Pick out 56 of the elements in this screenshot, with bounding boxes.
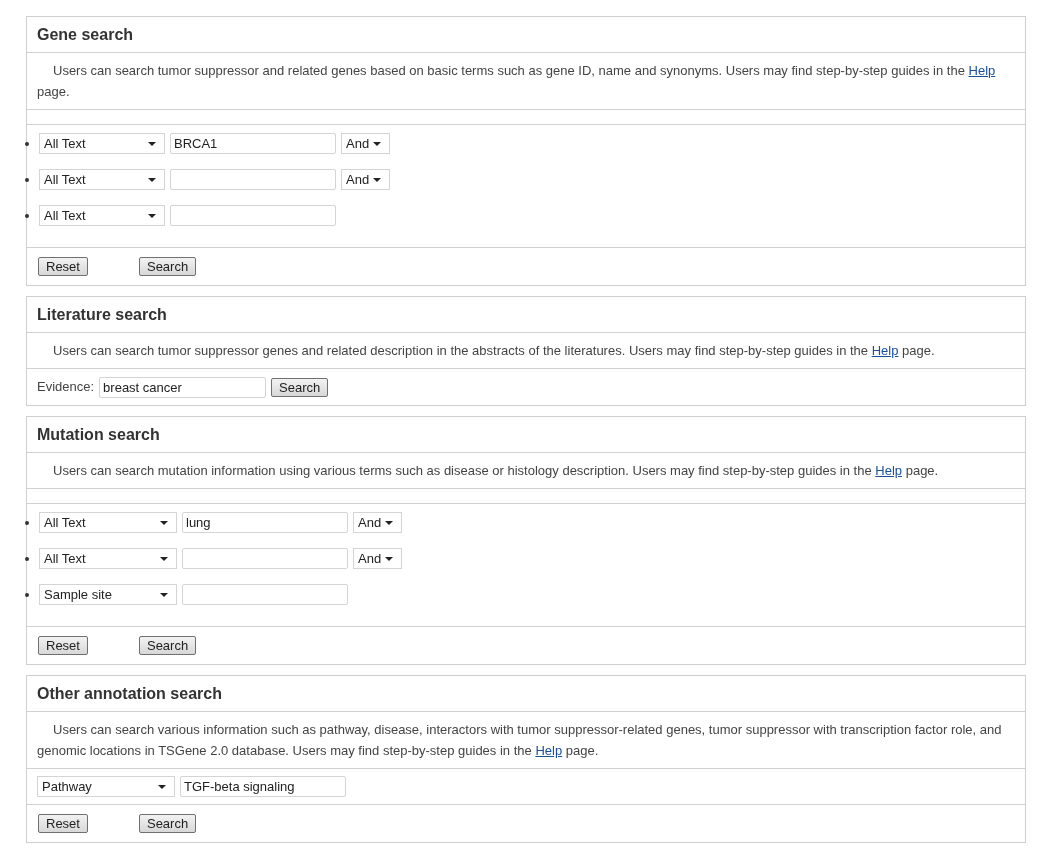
evidence-label: Evidence: <box>37 378 95 397</box>
input-field[interactable]: BRCA1 <box>170 133 336 154</box>
bullet-icon <box>25 141 29 146</box>
button[interactable]: Search <box>138 636 197 655</box>
caret-icon <box>160 592 168 597</box>
panel-title: Gene search <box>27 17 1025 53</box>
dropdown[interactable]: All Text <box>39 512 177 533</box>
bullet-icon <box>25 213 29 218</box>
button[interactable]: Search <box>138 257 197 276</box>
caret-icon <box>158 784 166 789</box>
dropdown[interactable]: And <box>341 169 390 190</box>
help-link[interactable]: Help <box>535 743 563 758</box>
panel-title: Mutation search <box>27 417 1025 453</box>
description-text: Users can search mutation information using various terms such as disease or histology description. Users may find step-by-step guides in the Help page. <box>27 453 1025 489</box>
caret-icon <box>385 556 393 561</box>
dropdown[interactable]: And <box>353 512 402 533</box>
input-field[interactable] <box>170 169 336 190</box>
caret-icon <box>373 177 381 182</box>
help-link[interactable]: Help <box>871 343 899 358</box>
caret-icon <box>148 213 156 218</box>
caret-icon <box>385 520 393 525</box>
caret-icon <box>148 141 156 146</box>
bullet-icon <box>25 592 29 597</box>
input-field[interactable] <box>182 548 348 569</box>
button[interactable]: Reset <box>38 257 88 276</box>
caret-icon <box>148 177 156 182</box>
input-field[interactable]: TGF-beta signaling <box>180 776 346 797</box>
caret-icon <box>160 520 168 525</box>
dropdown[interactable]: Sample site <box>39 584 177 605</box>
dropdown[interactable]: All Text <box>39 169 165 190</box>
input-field[interactable] <box>170 205 336 226</box>
button[interactable]: Search <box>138 814 197 833</box>
bullet-icon <box>25 556 29 561</box>
input-field[interactable] <box>182 584 348 605</box>
panel-title: Other annotation search <box>27 676 1025 712</box>
bullet-icon <box>25 520 29 525</box>
description-text: Users can search tumor suppressor genes and related description in the abstracts of the literatures. Users may find step-by-step guides in the Help page. <box>27 333 1025 369</box>
dropdown[interactable]: And <box>353 548 402 569</box>
dropdown[interactable]: Pathway <box>37 776 175 797</box>
help-link[interactable]: Help <box>875 463 903 478</box>
dropdown[interactable]: All Text <box>39 205 165 226</box>
button[interactable]: Search <box>271 377 329 397</box>
button[interactable]: Reset <box>38 814 88 833</box>
caret-icon <box>160 556 168 561</box>
dropdown[interactable]: All Text <box>39 548 177 569</box>
input-field[interactable]: breast cancer <box>99 376 267 398</box>
dropdown[interactable]: And <box>341 133 390 154</box>
help-link[interactable]: Help <box>968 63 996 78</box>
description-text: Users can search various information such as pathway, disease, interactors with tumor suppressor-related genes, tumor suppressor with transcription factor role, and genomic locations in TSGene 2.0 database. Users may find step-by-step guides in the Help page. <box>27 712 1025 769</box>
description-text: Users can search tumor suppressor and related genes based on basic terms such as gene ID, name and synonyms. Users may find step-by-step guides in the Help page. <box>27 53 1025 110</box>
panel-title: Literature search <box>27 297 1025 333</box>
dropdown[interactable]: All Text <box>39 133 165 154</box>
input-field[interactable]: lung <box>182 512 348 533</box>
button[interactable]: Reset <box>38 636 88 655</box>
caret-icon <box>373 141 381 146</box>
bullet-icon <box>25 177 29 182</box>
